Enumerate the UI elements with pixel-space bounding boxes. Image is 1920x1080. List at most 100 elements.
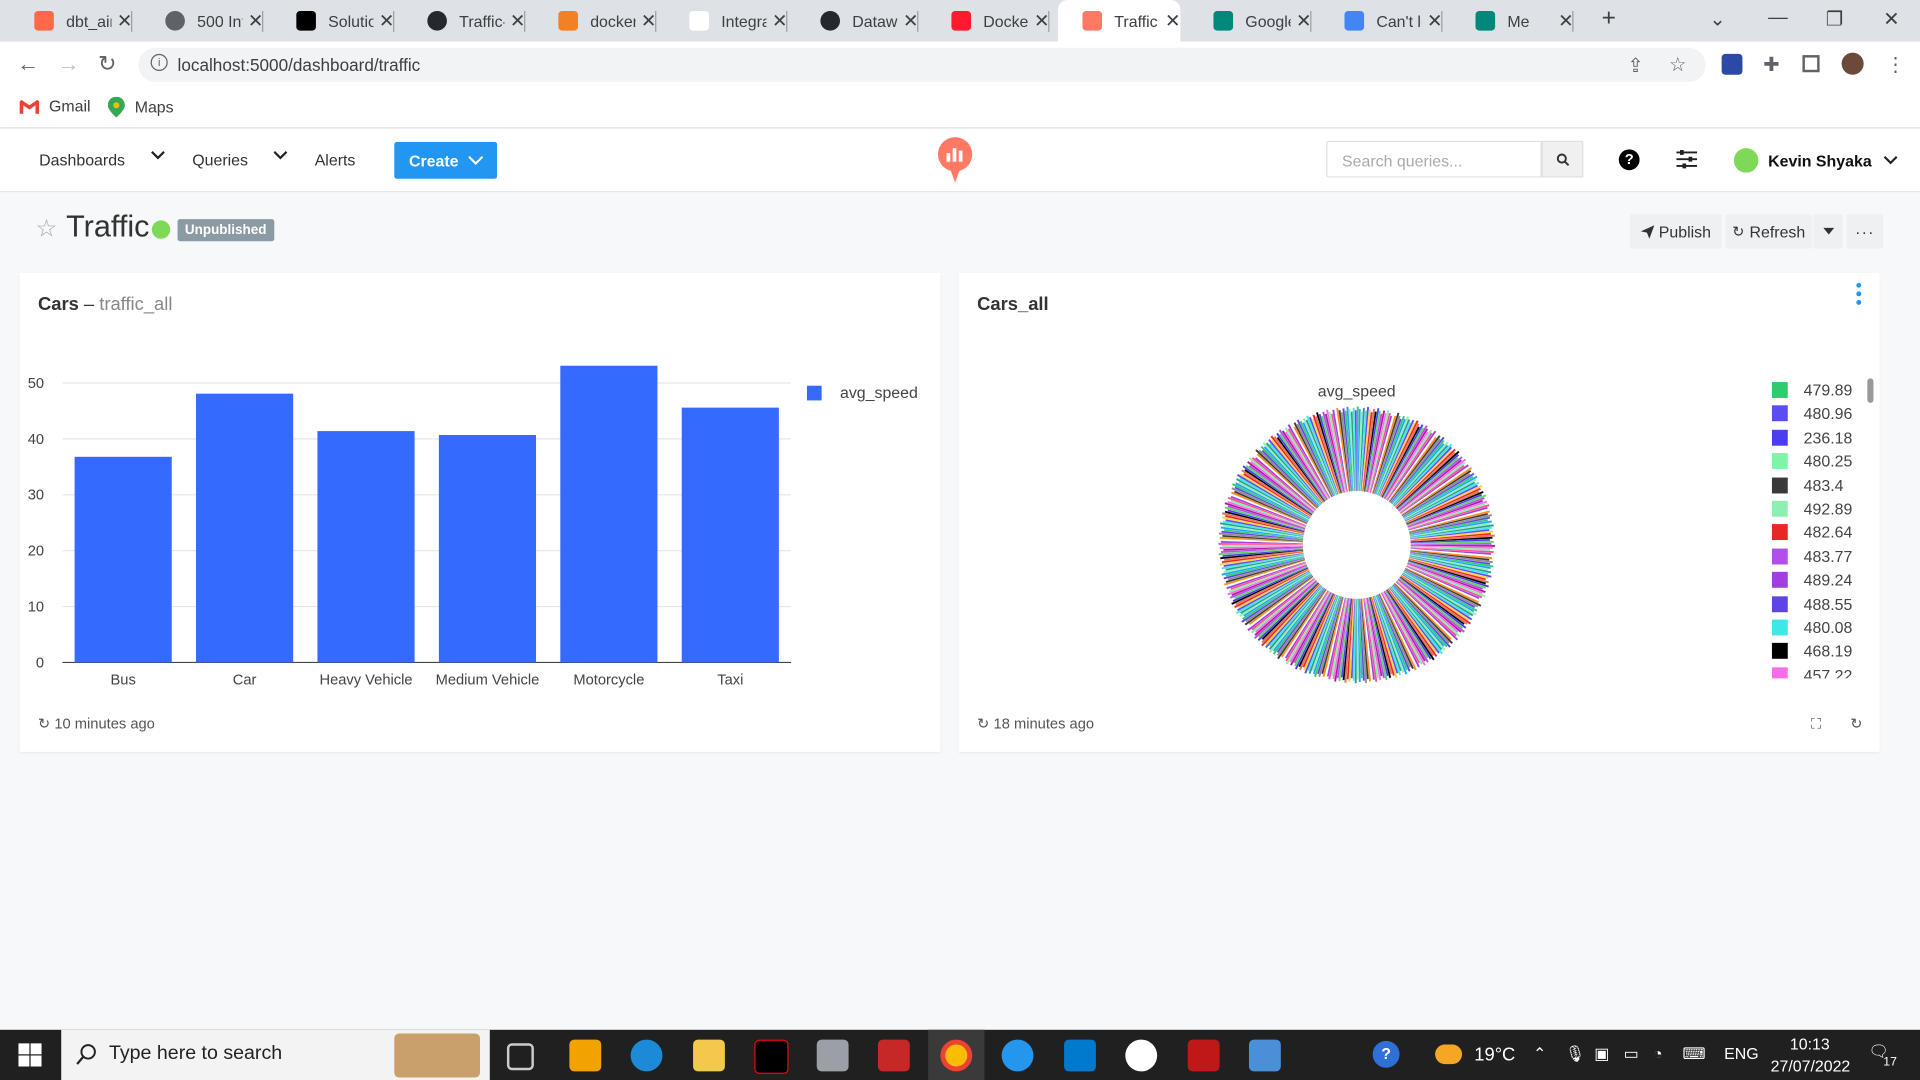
close-tab-icon[interactable]: ✕ bbox=[1558, 10, 1573, 32]
browser-tab[interactable]: Can't lo✕ bbox=[1320, 0, 1443, 42]
search-queries-input[interactable]: Search queries... bbox=[1326, 140, 1542, 178]
close-tab-icon[interactable]: ✕ bbox=[510, 10, 525, 32]
help-icon[interactable]: ? bbox=[1618, 149, 1640, 171]
forward-icon[interactable]: → bbox=[58, 51, 80, 77]
wifi-icon[interactable]: ◔ bbox=[1653, 1044, 1663, 1062]
battery-icon[interactable]: ▭ bbox=[1624, 1044, 1639, 1064]
close-tab-icon[interactable]: ✕ bbox=[1165, 10, 1180, 32]
legend-item[interactable]: 482.64 bbox=[1771, 521, 1852, 544]
legend-item[interactable]: 479.89 bbox=[1771, 378, 1852, 401]
browser-tab[interactable]: Docker ✕ bbox=[927, 0, 1050, 42]
close-tab-icon[interactable]: ✕ bbox=[248, 10, 263, 32]
close-tab-icon[interactable]: ✕ bbox=[772, 10, 787, 32]
tab-search-icon[interactable]: ⌄ bbox=[1709, 7, 1725, 31]
bar-medium-vehicle[interactable] bbox=[438, 435, 537, 663]
maximize-icon[interactable]: ❐ bbox=[1826, 7, 1844, 31]
vscode-icon[interactable] bbox=[1064, 1039, 1096, 1072]
browser-tab[interactable]: dbt_airf✕ bbox=[10, 0, 133, 42]
close-window-icon[interactable]: ✕ bbox=[1883, 7, 1899, 31]
store-icon[interactable] bbox=[569, 1039, 602, 1072]
weather-temp[interactable]: 19°C bbox=[1474, 1044, 1515, 1065]
refresh-button[interactable]: ↻ Refresh bbox=[1725, 214, 1813, 249]
microphone-icon[interactable]: 🎙 bbox=[1565, 1044, 1585, 1064]
legend-item[interactable]: 483.4 bbox=[1771, 473, 1844, 496]
legend-label[interactable]: avg_speed bbox=[840, 385, 918, 402]
publish-button[interactable]: Publish bbox=[1629, 214, 1722, 249]
legend-item[interactable]: 468.19 bbox=[1771, 640, 1852, 663]
camera-icon[interactable]: ▣ bbox=[1594, 1044, 1609, 1064]
refresh-dropdown-button[interactable] bbox=[1813, 214, 1843, 249]
file-explorer-icon[interactable] bbox=[693, 1039, 725, 1072]
bookmark-gmail[interactable]: Gmail bbox=[19, 97, 91, 115]
bar-heavy-vehicle[interactable] bbox=[317, 431, 415, 663]
windows-start-icon[interactable] bbox=[18, 1043, 42, 1067]
bookmark-star-icon[interactable]: ☆ bbox=[1669, 53, 1687, 77]
clock[interactable]: 10:13 27/07/2022 bbox=[1771, 1035, 1851, 1075]
chrome-icon[interactable] bbox=[940, 1039, 973, 1072]
bar-motorcycle[interactable] bbox=[560, 365, 658, 663]
fullscreen-icon[interactable]: ⛶ bbox=[1811, 715, 1821, 733]
create-button[interactable]: Create bbox=[394, 142, 498, 179]
legend-item[interactable]: 480.08 bbox=[1771, 616, 1852, 639]
language-indicator[interactable]: ENG bbox=[1724, 1044, 1758, 1062]
close-tab-icon[interactable]: ✕ bbox=[903, 10, 918, 32]
browser-tab[interactable]: 500 Inte✕ bbox=[141, 0, 264, 42]
bar-taxi[interactable] bbox=[681, 407, 779, 663]
browser-tab[interactable]: Traffic-D✕ bbox=[403, 0, 526, 42]
settings-sliders-icon[interactable] bbox=[1676, 149, 1698, 169]
profile-avatar[interactable] bbox=[1841, 52, 1864, 75]
weather-icon[interactable] bbox=[1435, 1044, 1463, 1065]
close-tab-icon[interactable]: ✕ bbox=[641, 10, 656, 32]
puzzle-icon[interactable]: ✚ bbox=[1763, 53, 1779, 77]
legend-item[interactable]: 492.89 bbox=[1771, 497, 1852, 520]
new-tab-button[interactable]: + bbox=[1602, 5, 1616, 33]
netflix-icon[interactable] bbox=[754, 1039, 789, 1074]
legend-item[interactable]: 480.25 bbox=[1771, 450, 1852, 473]
legend-item[interactable]: 480.96 bbox=[1771, 402, 1852, 425]
browser-tab[interactable]: Datawa✕ bbox=[796, 0, 919, 42]
slack-icon[interactable] bbox=[1125, 1039, 1158, 1072]
legend-swatch[interactable] bbox=[806, 385, 822, 401]
tray-chevron-icon[interactable]: ⌃ bbox=[1533, 1044, 1546, 1064]
browser-tab[interactable]: Traffic ✕ bbox=[1057, 0, 1181, 42]
redash-logo-icon[interactable] bbox=[936, 136, 975, 185]
legend-scrollbar[interactable] bbox=[1867, 378, 1874, 403]
bar-bus[interactable] bbox=[74, 456, 172, 663]
legend-item[interactable]: 483.77 bbox=[1771, 545, 1852, 568]
browser-menu-icon[interactable]: ⋮ bbox=[1886, 53, 1906, 77]
mcafee-icon[interactable] bbox=[1187, 1039, 1220, 1072]
chevron-down-icon[interactable] bbox=[149, 147, 166, 164]
legend-item[interactable]: 489.24 bbox=[1771, 568, 1852, 591]
edge-icon[interactable] bbox=[630, 1039, 663, 1072]
more-options-button[interactable]: ··· bbox=[1846, 214, 1884, 249]
database-icon[interactable] bbox=[816, 1039, 849, 1072]
widget-menu-icon[interactable] bbox=[1855, 282, 1862, 305]
menu-queries[interactable]: Queries bbox=[192, 151, 248, 169]
close-tab-icon[interactable]: ✕ bbox=[1427, 10, 1442, 32]
user-menu[interactable]: Kevin Shyaka bbox=[1733, 148, 1899, 173]
browser-tab[interactable]: Solution✕ bbox=[272, 0, 395, 42]
minimize-icon[interactable]: — bbox=[1768, 7, 1788, 29]
reload-icon[interactable]: ↻ bbox=[98, 51, 116, 77]
taskbar-search[interactable]: Type here to search bbox=[61, 1029, 490, 1080]
photos-icon[interactable] bbox=[1248, 1039, 1281, 1072]
site-info-icon[interactable]: i bbox=[150, 53, 168, 72]
help-tray-icon[interactable]: ? bbox=[1372, 1040, 1400, 1068]
chevron-down-icon[interactable] bbox=[272, 147, 289, 164]
browser-tab[interactable]: Integrat✕ bbox=[665, 0, 788, 42]
close-tab-icon[interactable]: ✕ bbox=[117, 10, 132, 32]
browser-tab[interactable]: Google✕ bbox=[1189, 0, 1312, 42]
keyboard-icon[interactable]: ⌨ bbox=[1682, 1044, 1705, 1064]
side-panel-icon[interactable] bbox=[1802, 55, 1820, 73]
menu-dashboards[interactable]: Dashboards bbox=[39, 151, 125, 169]
extension-icon[interactable] bbox=[1721, 53, 1743, 75]
close-tab-icon[interactable]: ✕ bbox=[1034, 10, 1049, 32]
browser-tab[interactable]: docker ✕ bbox=[534, 0, 657, 42]
task-view-icon[interactable] bbox=[506, 1043, 534, 1071]
bookmark-maps[interactable]: Maps bbox=[107, 96, 174, 118]
legend-item[interactable]: 236.18 bbox=[1771, 426, 1852, 449]
back-icon[interactable]: ← bbox=[17, 51, 39, 77]
address-bar[interactable]: i localhost:5000/dashboard/traffic ⇪ ☆ bbox=[138, 47, 1706, 83]
search-button[interactable] bbox=[1541, 140, 1584, 178]
refresh-widget-icon[interactable]: ↻ bbox=[1850, 715, 1862, 732]
